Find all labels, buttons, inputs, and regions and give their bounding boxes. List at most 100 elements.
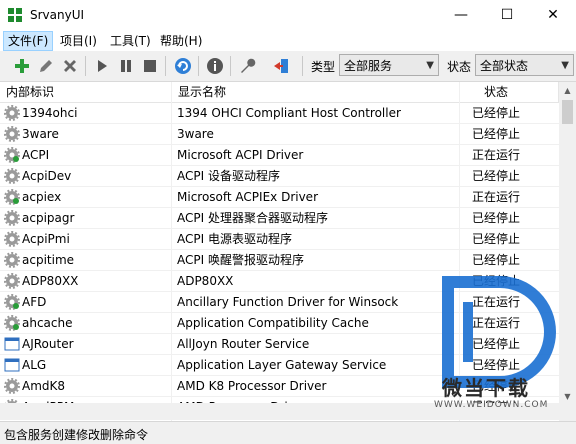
service-id: ALG [22,358,47,372]
running-gear-icon [4,315,20,331]
table-row[interactable]: ahcache Application Compatibility Cache 正在… [0,313,559,334]
column-header-status[interactable]: 状态 [460,82,559,102]
scroll-down-icon[interactable]: ▼ [559,388,576,405]
service-list: 内部标识 显示名称 状态 1394ohci 1394 OHCI Compliant… [0,81,576,422]
gear-icon [4,378,20,394]
service-name: ADP80XX [177,274,234,288]
service-id: AcpiPmi [22,232,70,246]
delete-icon[interactable] [59,55,81,77]
table-row[interactable]: acpitime ACPI 唤醒警报驱动程序 已经停止 [0,250,559,271]
service-status: 已经停止 [472,169,521,183]
menu-bar: 文件(F) 项目(I) 工具(T) 帮助(H) [0,31,576,51]
type-select-value: 全部服务 [344,59,393,73]
table-row[interactable]: 1394ohci 1394 OHCI Compliant Host Control… [0,103,559,124]
service-id: acpiex [22,190,62,204]
exit-icon[interactable] [270,55,292,77]
service-status: 已经停止 [472,106,521,120]
service-status: 正在运行 [472,190,521,204]
wrench-icon[interactable] [236,55,258,77]
edit-icon[interactable] [35,55,57,77]
window-title: SrvanyUI [30,8,85,22]
service-status: 已经停止 [472,211,521,225]
list-header: 内部标识 显示名称 状态 [0,82,559,103]
service-name: Application Layer Gateway Service [177,358,387,372]
chevron-down-icon: ▼ [426,60,434,71]
maximize-button[interactable]: ☐ [484,0,530,31]
toolbar: 类型 全部服务 ▼ 状态 全部状态 ▼ [0,51,576,82]
watermark-url: WWW.WEIDOWN.COM [434,400,549,410]
toolbar-separator [85,56,86,76]
running-gear-icon [4,147,20,163]
table-row[interactable]: AJRouter AllJoyn Router Service 已经停止 [0,334,559,355]
service-id: AJRouter [22,337,74,351]
column-header-name[interactable]: 显示名称 [172,82,460,102]
table-row[interactable]: acpiex Microsoft ACPIEx Driver 正在运行 [0,187,559,208]
add-icon[interactable] [11,55,33,77]
gear-icon [4,210,20,226]
service-name: ACPI 处理器聚合器驱动程序 [177,211,328,225]
scroll-thumb[interactable] [562,100,573,124]
close-button[interactable]: ✕ [530,0,576,31]
table-row[interactable]: ADP80XX ADP80XX 已经停止 [0,271,559,292]
toolbar-separator [165,56,166,76]
service-name: ACPI 唤醒警报驱动程序 [177,253,304,267]
gear-icon [4,231,20,247]
running-gear-icon [4,294,20,310]
service-name: Ancillary Function Driver for Winsock [177,295,399,309]
column-header-id[interactable]: 内部标识 [0,82,172,102]
menu-help[interactable]: 帮助(H) [156,32,206,50]
service-name: ACPI 设备驱动程序 [177,169,280,183]
menu-tools[interactable]: 工具(T) [106,32,155,50]
service-status: 正在运行 [472,295,521,309]
service-id: AFD [22,295,47,309]
scroll-up-icon[interactable]: ▲ [559,82,576,99]
service-name: 1394 OHCI Compliant Host Controller [177,106,401,120]
info-icon[interactable] [204,55,226,77]
service-id: acpipagr [22,211,75,225]
start-icon[interactable] [91,55,113,77]
service-status: 已经停止 [472,337,521,351]
toolbar-separator [302,56,303,76]
service-id: AcpiDev [22,169,72,183]
table-row[interactable]: ACPI Microsoft ACPI Driver 正在运行 [0,145,559,166]
table-row[interactable]: AcpiDev ACPI 设备驱动程序 已经停止 [0,166,559,187]
service-status: 已经停止 [472,127,521,141]
status-select[interactable]: 全部状态 ▼ [475,54,574,76]
stop-icon[interactable] [139,55,161,77]
service-window-icon [4,357,20,373]
table-row[interactable]: AFD Ancillary Function Driver for Winsock… [0,292,559,313]
status-bar: 包含服务创建修改删除命令 [0,421,576,444]
menu-project[interactable]: 项目(I) [56,32,101,50]
service-name: AMD K8 Processor Driver [177,379,327,393]
gear-icon [4,126,20,142]
service-id: 1394ohci [22,106,78,120]
vertical-scrollbar[interactable]: ▲ ▼ [559,82,576,422]
menu-file[interactable]: 文件(F) [3,31,54,51]
service-name: ACPI 电源表驱动程序 [177,232,292,246]
service-id: ADP80XX [22,274,79,288]
table-row[interactable]: AcpiPmi ACPI 电源表驱动程序 已经停止 [0,229,559,250]
service-name: AllJoyn Router Service [177,337,310,351]
service-status: 已经停止 [472,274,521,288]
service-status: 已经停止 [472,232,521,246]
minimize-button[interactable]: — [438,0,484,31]
service-id: ACPI [22,148,50,162]
pause-icon[interactable] [115,55,137,77]
table-row[interactable]: 3ware 3ware 已经停止 [0,124,559,145]
gear-icon [4,273,20,289]
service-id: AmdK8 [22,379,66,393]
service-name: Microsoft ACPI Driver [177,148,304,162]
title-bar: SrvanyUI — ☐ ✕ [0,0,576,31]
type-select[interactable]: 全部服务 ▼ [339,54,439,76]
refresh-icon[interactable] [172,55,194,77]
app-icon [8,8,22,22]
service-id: acpitime [22,253,75,267]
status-text: 包含服务创建修改删除命令 [4,428,149,442]
gear-icon [4,168,20,184]
service-id: ahcache [22,316,73,330]
service-id: 3ware [22,127,59,141]
type-label: 类型 [311,60,336,74]
table-row[interactable]: acpipagr ACPI 处理器聚合器驱动程序 已经停止 [0,208,559,229]
service-name: 3ware [177,127,214,141]
status-select-value: 全部状态 [480,59,529,73]
